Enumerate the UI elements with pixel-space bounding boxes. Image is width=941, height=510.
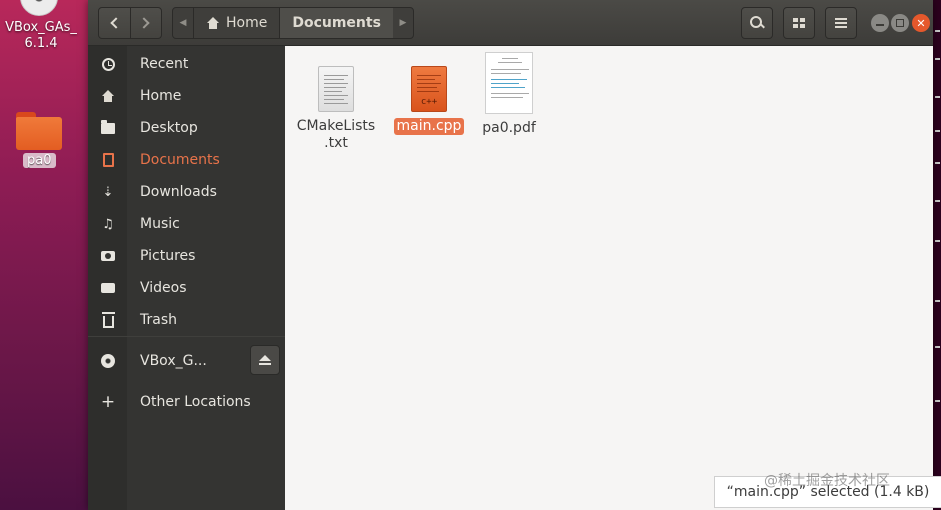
sidebar-item-recent[interactable]: Recent <box>88 48 285 80</box>
home-icon <box>100 88 116 104</box>
text-file-icon <box>318 66 354 112</box>
cpp-icon-text: c++ <box>420 97 438 107</box>
history-nav <box>98 7 162 39</box>
path-crumb-documents[interactable]: Documents <box>279 8 393 38</box>
file-item-cmakelists[interactable]: CMakeLists .txt <box>288 46 384 152</box>
close-button[interactable]: ✕ <box>912 14 930 32</box>
sidebar-item-label: Trash <box>140 312 177 328</box>
sidebar-item-pictures[interactable]: Pictures <box>88 240 285 272</box>
camera-icon <box>100 248 116 264</box>
path-crumb-label: Documents <box>292 15 381 31</box>
path-scroll-left-button[interactable]: ◀ <box>173 8 193 38</box>
sidebar-item-label: Desktop <box>140 120 198 136</box>
pa0-desktop-label[interactable]: pa0 <box>23 153 56 168</box>
sidebar-item-desktop[interactable]: Desktop <box>88 112 285 144</box>
vbox-disc-desktop-icon[interactable] <box>20 0 58 16</box>
file-name: main.cpp <box>393 118 465 135</box>
sidebar-item-label: Pictures <box>140 248 196 264</box>
home-icon <box>206 17 220 29</box>
file-item-pdf[interactable]: pa0.pdf <box>461 32 557 137</box>
view-toggle-button[interactable] <box>783 7 815 39</box>
sidebar-item-music[interactable]: ♫ Music <box>88 208 285 240</box>
trash-icon <box>100 311 116 328</box>
sidebar-divider <box>88 336 285 337</box>
eject-button[interactable] <box>250 345 280 375</box>
sidebar-item-label: Home <box>140 88 182 104</box>
back-button[interactable] <box>99 8 130 38</box>
minimize-button[interactable] <box>871 14 889 32</box>
download-icon: ⇣ <box>102 184 114 200</box>
music-icon: ♫ <box>102 216 114 232</box>
search-button[interactable] <box>741 7 773 39</box>
path-crumb-home[interactable]: Home <box>193 8 279 38</box>
maximize-icon <box>896 19 904 27</box>
background-terminal <box>933 0 941 510</box>
sidebar-item-label: Downloads <box>140 184 217 200</box>
path-bar: ◀ Home Documents ▶ <box>172 7 414 39</box>
file-view[interactable]: CMakeLists .txt c++ main.cpp pa0.pdf <box>285 46 933 510</box>
sidebar-item-label: Music <box>140 216 180 232</box>
hamburger-menu-icon <box>835 18 847 28</box>
sidebar-item-vbox-drive[interactable]: VBox_G... <box>88 345 285 377</box>
chevron-left-icon <box>110 17 122 29</box>
sidebar-item-label: VBox_G... <box>140 353 207 369</box>
maximize-button[interactable] <box>891 14 909 32</box>
clock-icon <box>100 56 116 72</box>
file-name: pa0.pdf <box>482 120 536 136</box>
minimize-icon <box>876 24 884 26</box>
eject-icon <box>259 354 271 366</box>
pa0-folder-icon[interactable] <box>16 112 62 150</box>
sidebar-item-documents[interactable]: Documents <box>88 144 285 176</box>
vbox-desktop-label[interactable]: VBox_GAs_ 6.1.4 <box>0 20 82 52</box>
menu-button[interactable] <box>825 7 857 39</box>
file-name: CMakeLists .txt <box>296 118 376 151</box>
close-icon: ✕ <box>916 16 926 30</box>
chevron-right-icon <box>138 17 151 29</box>
list-view-icon <box>793 18 805 28</box>
cpp-file-icon: c++ <box>411 66 447 112</box>
plus-icon: + <box>100 391 116 412</box>
search-icon <box>750 16 764 30</box>
path-scroll-right-button[interactable]: ▶ <box>393 8 413 38</box>
sidebar-item-home[interactable]: Home <box>88 80 285 112</box>
pdf-file-icon <box>485 52 533 114</box>
file-manager-window: ◀ Home Documents ▶ ✕ Recent Home Desktop… <box>88 0 933 510</box>
watermark-text: @稀土掘金技术社区 <box>764 473 890 489</box>
forward-button[interactable] <box>129 8 161 38</box>
sidebar-item-trash[interactable]: Trash <box>88 304 285 336</box>
sidebar-item-downloads[interactable]: ⇣ Downloads <box>88 176 285 208</box>
sidebar-item-label: Recent <box>140 56 189 72</box>
document-icon <box>100 152 116 168</box>
sidebar-item-other-locations[interactable]: + Other Locations <box>88 386 285 418</box>
places-sidebar: Recent Home Desktop Documents ⇣ Download… <box>88 46 285 510</box>
sidebar-item-videos[interactable]: Videos <box>88 272 285 304</box>
video-icon <box>100 280 116 296</box>
sidebar-item-label: Documents <box>140 152 220 168</box>
path-crumb-label: Home <box>226 15 268 31</box>
sidebar-item-label: Other Locations <box>140 394 251 410</box>
desktop-folder-icon <box>100 119 116 136</box>
disc-icon <box>100 353 116 369</box>
sidebar-item-label: Videos <box>140 280 187 296</box>
